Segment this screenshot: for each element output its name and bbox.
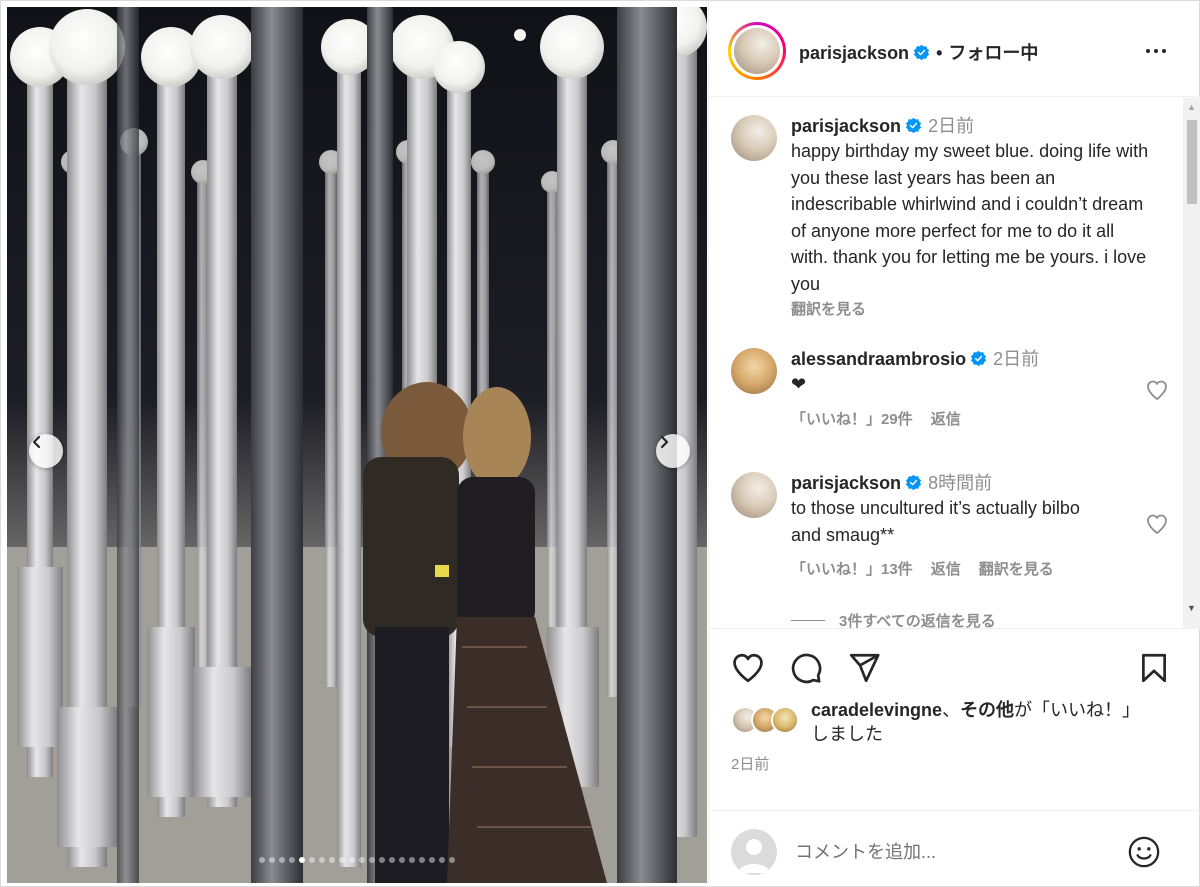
header-user-line: parisjackson • フォロー中 <box>799 39 1038 65</box>
carousel-dot[interactable] <box>279 857 285 863</box>
verified-badge-icon <box>913 44 930 61</box>
scroll-down-arrow[interactable]: ▼ <box>1187 603 1196 613</box>
comment-text: ❤ <box>791 374 807 394</box>
carousel-dot[interactable] <box>439 857 445 863</box>
caption-username[interactable]: parisjackson <box>791 116 901 136</box>
comment-text: to those uncultured it’s actually bilbo … <box>791 498 1080 545</box>
carousel-dot[interactable] <box>339 857 345 863</box>
carousel-dot[interactable] <box>319 857 325 863</box>
author-username[interactable]: parisjackson <box>799 43 909 63</box>
carousel-dot[interactable] <box>409 857 415 863</box>
following-button[interactable]: フォロー中 <box>948 43 1038 63</box>
verified-badge-icon <box>905 474 922 491</box>
caption-text: happy birthday my sweet blue. doing life… <box>791 141 1149 294</box>
scroll-up-arrow[interactable]: ▲ <box>1187 102 1196 112</box>
comment-likes-count[interactable]: 「いいね！」29件 <box>791 408 913 429</box>
story-ring[interactable] <box>728 22 786 80</box>
liker-avatar[interactable] <box>771 706 799 734</box>
carousel-dot[interactable] <box>299 857 305 863</box>
chevron-right-icon <box>660 435 669 449</box>
carousel-dot[interactable] <box>259 857 265 863</box>
carousel-dot[interactable] <box>289 857 295 863</box>
comment-translate-link[interactable]: 翻訳を見る <box>979 558 1054 579</box>
post-header: parisjackson • フォロー中 <box>709 1 1200 97</box>
emoji-icon[interactable] <box>1127 835 1161 869</box>
reply-button[interactable]: 返信 <box>931 408 961 429</box>
carousel-dot[interactable] <box>399 857 405 863</box>
post-actions-section: caradelevingne、その他が「いいね！」しました 2日前 <box>709 628 1200 887</box>
carousel-dots <box>7 857 707 863</box>
commenter-avatar[interactable] <box>731 472 777 518</box>
heart-icon[interactable] <box>1145 512 1169 536</box>
scroll-thumb[interactable] <box>1187 120 1197 204</box>
post-photo[interactable] <box>7 7 707 883</box>
reply-button[interactable]: 返信 <box>931 558 961 579</box>
bookmark-icon[interactable] <box>1137 651 1171 685</box>
likes-text[interactable]: caradelevingne、その他が「いいね！」しました <box>811 698 1151 746</box>
view-replies-label: 3件すべての返信を見る <box>839 613 996 628</box>
comments-list[interactable]: parisjackson 2日前 happy birthday my sweet … <box>709 98 1200 628</box>
commenter-avatar[interactable] <box>731 348 777 394</box>
chevron-left-icon <box>32 435 41 449</box>
comment-time[interactable]: 2日前 <box>993 349 1039 369</box>
carousel-dot[interactable] <box>379 857 385 863</box>
carousel-dot[interactable] <box>329 857 335 863</box>
photo-lamps-couple <box>7 7 707 883</box>
carousel-dot[interactable] <box>349 857 355 863</box>
likes-sep: 、 <box>942 700 961 720</box>
carousel-dot[interactable] <box>429 857 435 863</box>
comment-likes-count[interactable]: 「いいね！」13件 <box>791 558 913 579</box>
comment-username[interactable]: parisjackson <box>791 473 901 493</box>
comment-icon[interactable] <box>789 651 823 685</box>
carousel-dot[interactable] <box>369 857 375 863</box>
add-comment-bar <box>709 810 1200 887</box>
heart-icon[interactable] <box>1145 378 1169 402</box>
carousel-dot[interactable] <box>269 857 275 863</box>
view-replies-button[interactable]: 3件すべての返信を見る <box>791 610 996 628</box>
comment-time[interactable]: 8時間前 <box>928 473 992 493</box>
verified-badge-icon <box>905 117 922 134</box>
carousel-prev-button[interactable] <box>29 434 63 468</box>
default-avatar-icon <box>738 839 770 873</box>
my-avatar <box>731 829 777 875</box>
instagram-post-window: parisjackson • フォロー中 parisjackson 2日前 happy… <box>0 0 1200 887</box>
caption-avatar[interactable] <box>731 115 777 161</box>
carousel-dot[interactable] <box>359 857 365 863</box>
carousel-dot[interactable] <box>419 857 425 863</box>
caption-translate-link[interactable]: 翻訳を見る <box>791 298 1151 319</box>
scrollbar[interactable]: ▲ ▼ <box>1183 98 1200 628</box>
heart-icon[interactable] <box>731 651 765 685</box>
separator-dot: • <box>936 43 943 63</box>
carousel-dot[interactable] <box>389 857 395 863</box>
carousel-dot[interactable] <box>449 857 455 863</box>
verified-badge-icon <box>970 350 987 367</box>
more-icon[interactable] <box>1144 39 1168 63</box>
replies-divider <box>791 620 825 621</box>
post-date[interactable]: 2日前 <box>731 753 769 774</box>
carousel-next-button[interactable] <box>656 434 690 468</box>
caption-time[interactable]: 2日前 <box>928 116 974 136</box>
paper-plane-icon[interactable] <box>847 651 881 685</box>
carousel-dot[interactable] <box>309 857 315 863</box>
comment-username[interactable]: alessandraambrosio <box>791 349 966 369</box>
post-side-panel: parisjackson • フォロー中 parisjackson 2日前 happy… <box>708 1 1200 887</box>
author-avatar <box>734 28 780 74</box>
comment-input[interactable] <box>795 837 1115 867</box>
likes-others[interactable]: その他 <box>960 700 1014 720</box>
liker-username[interactable]: caradelevingne <box>811 700 942 720</box>
